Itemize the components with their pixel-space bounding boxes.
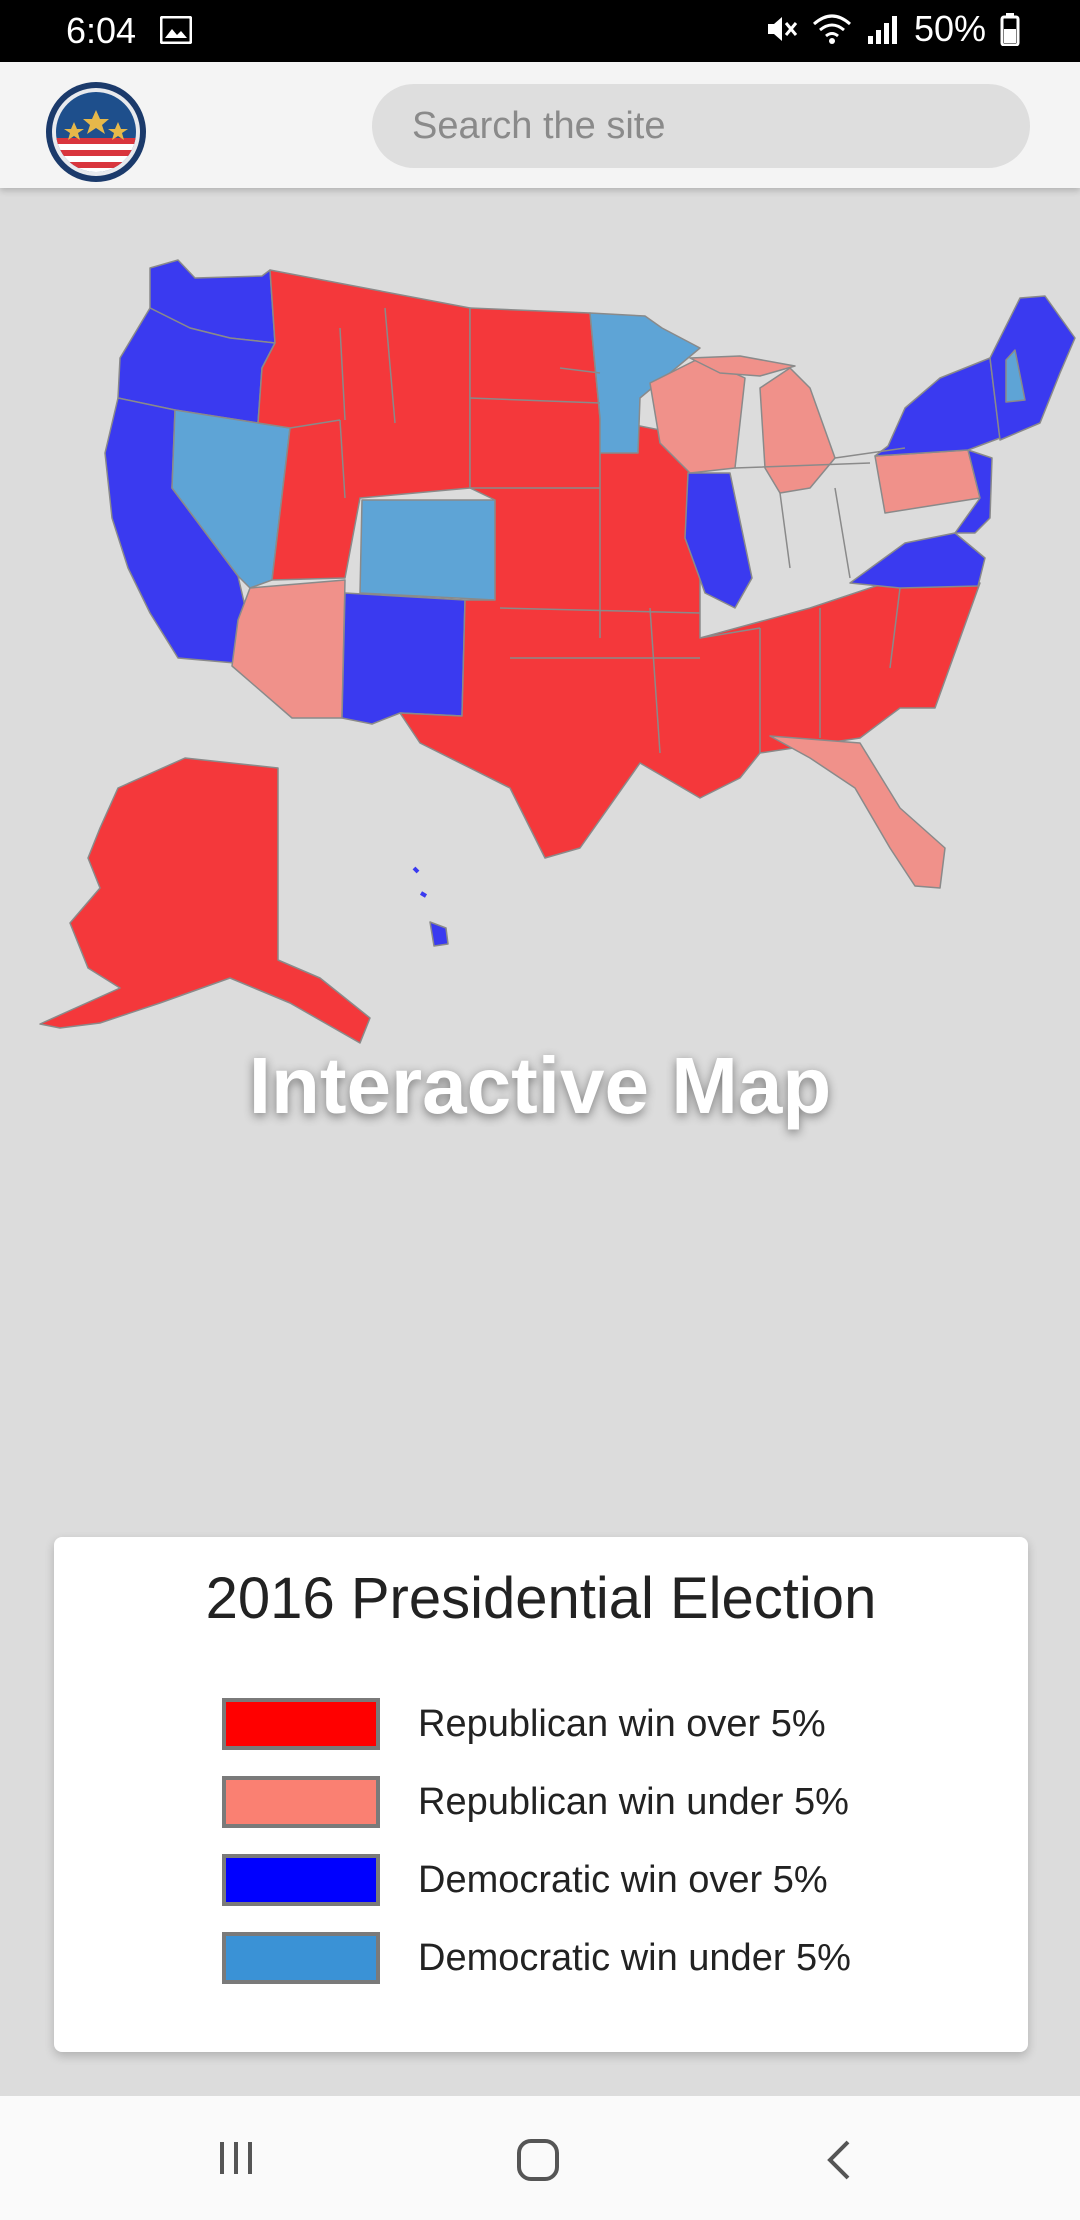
- status-time: 6:04: [66, 10, 137, 51]
- legend-list: Republican win over 5% Republican win un…: [222, 1685, 851, 1997]
- state-va: [849, 532, 986, 589]
- map-title: Interactive Map: [248, 1041, 832, 1130]
- stars-stripes-seal-icon[interactable]: [44, 80, 148, 184]
- signal-icon: [867, 16, 897, 44]
- state-nm: [341, 592, 466, 725]
- legend-label: Republican win under 5%: [418, 1780, 849, 1823]
- status-bar: 6:04 50%: [0, 0, 1080, 62]
- legend-item: Democratic win under 5%: [222, 1919, 851, 1997]
- site-header: [0, 62, 1080, 188]
- mute-icon: [767, 17, 798, 41]
- legend-label: Democratic win under 5%: [418, 1936, 851, 1979]
- battery-percent: 50%: [913, 8, 986, 49]
- state-pa: [874, 449, 981, 514]
- legend-card: 2016 Presidential Election Republican wi…: [54, 1537, 1028, 2052]
- legend-swatch-dem-under: [222, 1932, 380, 1984]
- state-ny: [874, 357, 1001, 457]
- legend-item: Democratic win over 5%: [222, 1841, 851, 1919]
- gallery-icon: [160, 16, 192, 44]
- legend-swatch-dem-over: [222, 1854, 380, 1906]
- battery-icon: [1000, 13, 1020, 46]
- legend-item: Republican win under 5%: [222, 1763, 851, 1841]
- state-new-england: [989, 295, 1076, 441]
- wifi-icon: [812, 14, 851, 44]
- legend-label: Republican win over 5%: [418, 1702, 826, 1745]
- back-icon[interactable]: [820, 2136, 860, 2184]
- legend-label: Democratic win over 5%: [418, 1858, 828, 1901]
- state-co: [359, 499, 496, 601]
- android-nav-bar: [0, 2096, 1080, 2220]
- recent-apps-icon[interactable]: [214, 2136, 258, 2180]
- state-az: [231, 579, 346, 719]
- search-input[interactable]: [372, 84, 1030, 168]
- legend-title: 2016 Presidential Election: [205, 1566, 877, 1631]
- legend-swatch-rep-under: [222, 1776, 380, 1828]
- legend-swatch-rep-over: [222, 1698, 380, 1750]
- state-ak: [39, 757, 371, 1044]
- state-hi: [429, 921, 449, 947]
- state-fl: [769, 735, 946, 889]
- legend-item: Republican win over 5%: [222, 1685, 851, 1763]
- home-icon[interactable]: [514, 2136, 562, 2184]
- us-election-map[interactable]: [0, 188, 1080, 1068]
- state-mi: [759, 367, 836, 494]
